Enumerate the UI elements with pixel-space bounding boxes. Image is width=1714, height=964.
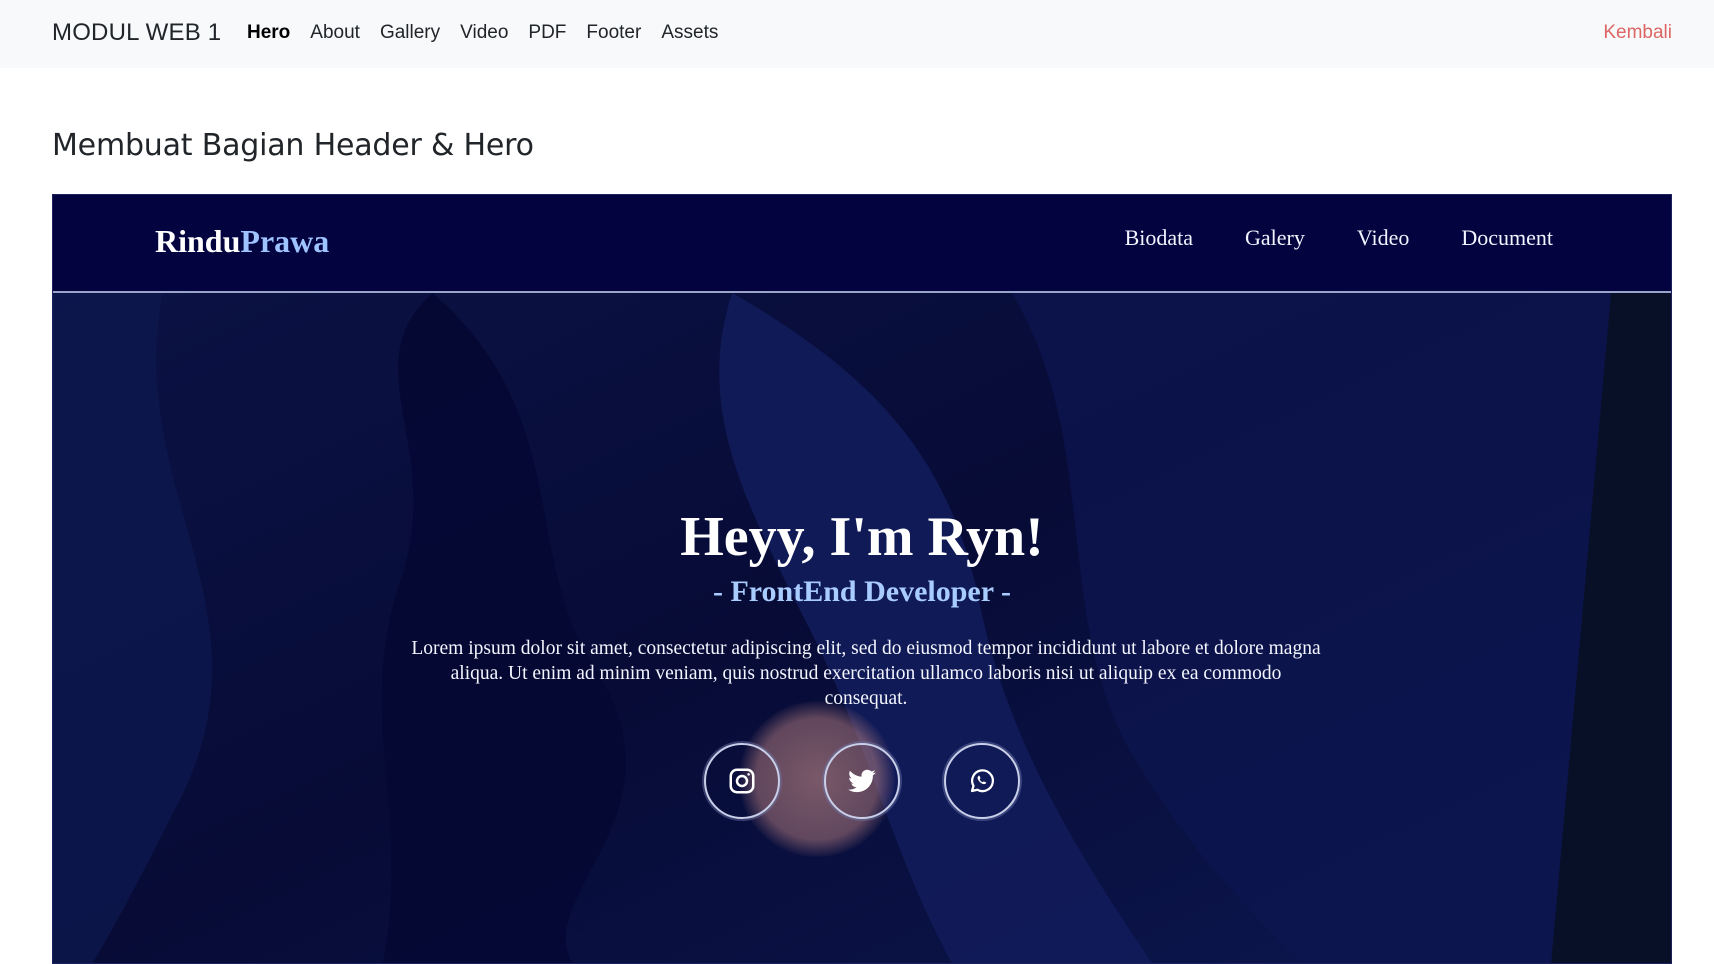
- hero-section: Heyy, I'm Ryn! - FrontEnd Developer - Lo…: [53, 293, 1671, 963]
- logo-second: Prawa: [240, 223, 330, 259]
- nav-about[interactable]: About: [310, 22, 360, 44]
- whatsapp-button[interactable]: [944, 743, 1020, 819]
- logo-first: Rindu: [155, 223, 241, 259]
- social-links: [53, 743, 1671, 819]
- hero-text: Lorem ipsum dolor sit amet, consectetur …: [411, 638, 1321, 709]
- instagram-icon: [729, 768, 755, 794]
- preview-nav: Biodata Galery Video Document: [1073, 225, 1553, 251]
- top-navbar: MODUL WEB 1 Hero About Gallery Video PDF…: [0, 0, 1714, 68]
- hero-preview: RinduPrawa Biodata Galery Video Document…: [52, 194, 1672, 964]
- twitter-icon: [848, 769, 876, 793]
- instagram-button[interactable]: [704, 743, 780, 819]
- top-nav: Hero About Gallery Video PDF Footer Asse…: [247, 22, 738, 44]
- preview-header: RinduPrawa Biodata Galery Video Document: [53, 195, 1671, 293]
- nav-assets[interactable]: Assets: [661, 22, 718, 44]
- twitter-button[interactable]: [824, 743, 900, 819]
- preview-logo[interactable]: RinduPrawa: [155, 223, 329, 260]
- nav-pdf[interactable]: PDF: [528, 22, 566, 44]
- nav-video[interactable]: Video: [460, 22, 508, 44]
- brand-link[interactable]: MODUL WEB 1: [52, 19, 221, 47]
- preview-nav-galery[interactable]: Galery: [1245, 225, 1305, 251]
- hero-title: Heyy, I'm Ryn!: [680, 506, 1044, 568]
- preview-nav-biodata[interactable]: Biodata: [1125, 225, 1193, 251]
- hero-subtitle: - FrontEnd Developer -: [712, 575, 1012, 608]
- nav-hero[interactable]: Hero: [247, 22, 290, 44]
- section-title: Membuat Bagian Header & Hero: [52, 128, 534, 163]
- whatsapp-icon: [970, 769, 994, 793]
- preview-nav-video[interactable]: Video: [1357, 225, 1409, 251]
- nav-gallery[interactable]: Gallery: [380, 22, 440, 44]
- preview-nav-document[interactable]: Document: [1461, 225, 1553, 251]
- back-link[interactable]: Kembali: [1603, 22, 1672, 44]
- nav-footer[interactable]: Footer: [586, 22, 641, 44]
